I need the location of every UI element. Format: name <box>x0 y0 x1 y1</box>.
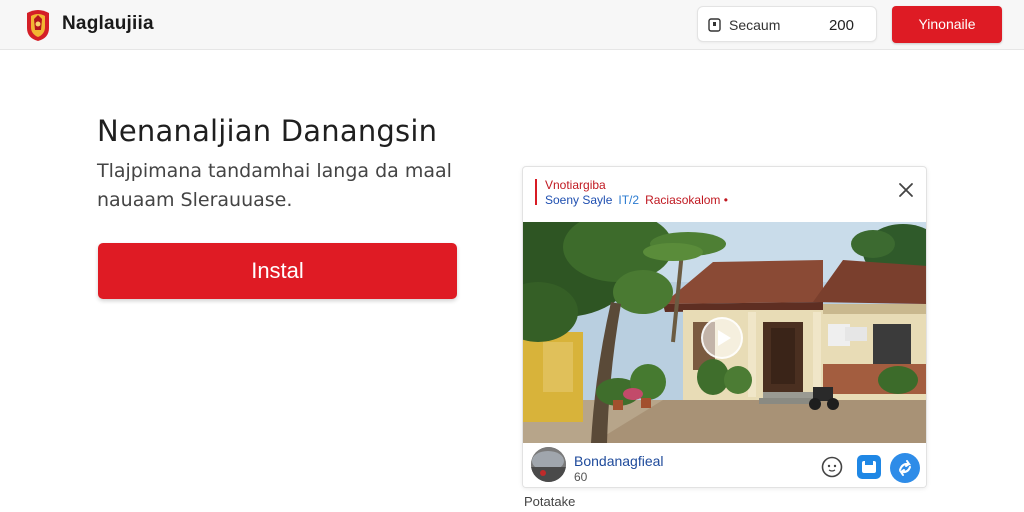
card-subtitle: Soeny Sayle IT/2 Raciasokalom • <box>545 193 728 207</box>
search-input[interactable]: Secaum 200 <box>697 6 877 42</box>
card-accent-bar <box>535 179 537 205</box>
install-button[interactable]: Instal <box>98 243 457 299</box>
page-title: Nenanaljian Danangsin <box>97 114 438 148</box>
post-meta: 60 <box>574 470 588 484</box>
crest-logo-icon[interactable] <box>24 6 52 42</box>
avatar-image <box>531 447 566 482</box>
share-icon <box>898 460 912 476</box>
share-button[interactable] <box>890 453 920 483</box>
play-icon <box>718 330 731 346</box>
card-footer: Bondanagfieal 60 <box>523 443 926 487</box>
header-cta-button[interactable]: Yinonaile <box>892 6 1002 43</box>
card-sub-a: Soeny Sayle <box>545 193 613 207</box>
close-icon[interactable] <box>898 182 914 198</box>
search-count: 200 <box>828 17 854 34</box>
search-label: Secaum <box>729 17 781 33</box>
search-icon <box>708 18 721 32</box>
card-sub-c[interactable]: Raciasokalom • <box>645 193 728 207</box>
top-header: Naglaujiia Secaum 200 Yinonaile <box>0 0 1024 50</box>
save-icon <box>862 461 876 473</box>
author-name[interactable]: Bondanagfieal <box>574 453 664 469</box>
card-caption: Potatake <box>524 494 576 509</box>
play-button[interactable] <box>701 317 743 359</box>
brand-name[interactable]: Naglaujiia <box>62 13 154 35</box>
avatar[interactable] <box>531 447 566 482</box>
card-title: Vnotiargiba <box>545 178 606 192</box>
comment-icon[interactable] <box>821 456 843 478</box>
video-card: Vnotiargiba Soeny Sayle IT/2 Raciasokalom … <box>522 166 927 488</box>
save-button[interactable] <box>857 455 881 479</box>
card-sub-b: IT/2 <box>618 193 640 207</box>
page-subtitle: Tlajpimana tandamhai langa da maal nauaa… <box>97 160 452 211</box>
video-thumbnail[interactable] <box>523 222 926 443</box>
